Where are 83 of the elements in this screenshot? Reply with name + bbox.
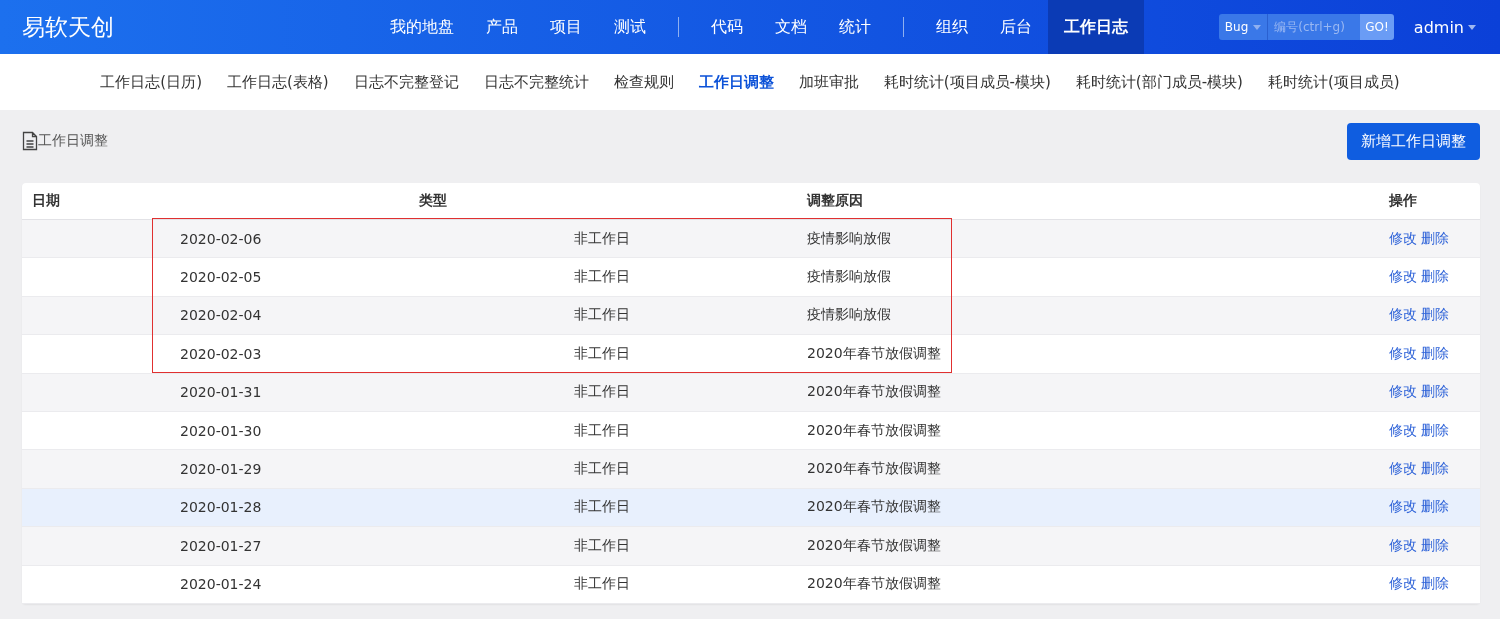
column-header: 日期 (32, 192, 60, 208)
table-cell: 2020-01-24 (180, 576, 262, 593)
sub-nav-tab[interactable]: 耗时统计(项目成员) (1255, 72, 1413, 92)
delete-link[interactable]: 删除 (1421, 460, 1449, 477)
table-cell: 非工作日 (574, 268, 630, 285)
table-cell: 非工作日 (574, 306, 630, 323)
delete-link[interactable]: 删除 (1421, 536, 1449, 553)
table-cell: 2020年春节放假调整 (807, 536, 941, 553)
table-cell: 疫情影响放假 (807, 229, 891, 246)
add-button[interactable]: 新增工作日调整 (1347, 122, 1480, 160)
sub-nav-tab[interactable]: 工作日志(表格) (214, 72, 342, 92)
sub-nav-tab[interactable]: 检查规则 (601, 72, 687, 92)
nav-tab[interactable]: 组织 (920, 0, 984, 54)
delete-link[interactable]: 删除 (1421, 383, 1449, 400)
table-cell: 2020年春节放假调整 (807, 383, 941, 400)
nav-tab[interactable]: 后台 (984, 0, 1048, 54)
nav-tab[interactable]: 统计 (823, 0, 887, 54)
page-title: 工作日调整 (38, 132, 108, 150)
delete-link[interactable]: 删除 (1421, 421, 1449, 438)
table-cell: 2020-01-30 (180, 422, 262, 439)
delete-link[interactable]: 删除 (1421, 498, 1449, 515)
table-cell: 2020年春节放假调整 (807, 460, 941, 477)
search-field[interactable]: 编号(ctrl+g) (1267, 14, 1361, 40)
edit-link[interactable]: 修改 (1389, 229, 1417, 246)
table-cell: 2020年春节放假调整 (807, 498, 941, 515)
edit-link[interactable]: 修改 (1389, 383, 1417, 400)
search-type-dropdown[interactable]: Bug (1218, 14, 1268, 40)
sub-nav-tab[interactable]: 日志不完整登记 (341, 72, 472, 92)
edit-link[interactable]: 修改 (1389, 421, 1417, 438)
edit-link[interactable]: 修改 (1389, 575, 1417, 592)
delete-link[interactable]: 删除 (1421, 306, 1449, 323)
sub-nav-tab[interactable]: 耗时统计(项目成员-模块) (871, 72, 1064, 92)
edit-link[interactable]: 修改 (1389, 498, 1417, 515)
nav-tab[interactable]: 文档 (759, 0, 823, 54)
edit-link[interactable]: 修改 (1389, 306, 1417, 323)
nav-tab[interactable]: 代码 (695, 0, 759, 54)
nav-tab[interactable]: 我的地盘 (374, 0, 470, 54)
table-cell: 2020-01-29 (180, 461, 262, 478)
table-cell: 2020-02-03 (180, 345, 262, 362)
delete-link[interactable]: 删除 (1421, 268, 1449, 285)
nav-tab[interactable]: 项目 (534, 0, 598, 54)
brand-logo[interactable]: 易软天创 (0, 11, 352, 43)
table-cell: 非工作日 (574, 460, 630, 477)
column-header: 类型 (419, 192, 447, 208)
edit-link[interactable]: 修改 (1389, 536, 1417, 553)
document-icon (22, 131, 38, 151)
edit-link[interactable]: 修改 (1389, 460, 1417, 477)
caret-icon (1468, 24, 1476, 30)
table-cell: 非工作日 (574, 575, 630, 592)
table-cell: 2020-02-06 (180, 230, 262, 247)
table-cell: 2020-02-04 (180, 307, 262, 324)
delete-link[interactable]: 删除 (1421, 229, 1449, 246)
table-cell: 非工作日 (574, 344, 630, 361)
nav-tab[interactable]: 产品 (470, 0, 534, 54)
delete-link[interactable]: 删除 (1421, 575, 1449, 592)
sub-nav-tab[interactable]: 工作日调整 (686, 72, 787, 92)
sub-nav-tab[interactable]: 耗时统计(部门成员-模块) (1063, 72, 1256, 92)
table-cell: 非工作日 (574, 383, 630, 400)
column-header: 操作 (1389, 192, 1417, 208)
table-cell: 疫情影响放假 (807, 306, 891, 323)
table-cell: 非工作日 (574, 536, 630, 553)
user-menu[interactable]: admin (1413, 17, 1476, 37)
delete-link[interactable]: 删除 (1421, 344, 1449, 361)
table-cell: 非工作日 (574, 498, 630, 515)
column-header: 调整原因 (807, 192, 863, 208)
table-cell: 2020年春节放假调整 (807, 344, 941, 361)
nav-tab[interactable]: 测试 (598, 0, 662, 54)
table-cell: 2020-01-31 (180, 384, 262, 401)
edit-link[interactable]: 修改 (1389, 268, 1417, 285)
nav-tab[interactable]: 工作日志 (1048, 0, 1144, 54)
table-cell: 2020-01-27 (180, 537, 262, 554)
table-cell: 2020年春节放假调整 (807, 575, 941, 592)
sub-nav-tab[interactable]: 工作日志(日历) (87, 72, 215, 92)
edit-link[interactable]: 修改 (1389, 344, 1417, 361)
sub-nav-tab[interactable]: 日志不完整统计 (471, 72, 602, 92)
table-cell: 疫情影响放假 (807, 268, 891, 285)
sub-nav-tab[interactable]: 加班审批 (786, 72, 872, 92)
caret-icon (1253, 24, 1262, 30)
table-cell: 非工作日 (574, 229, 630, 246)
table-cell: 2020年春节放假调整 (807, 421, 941, 438)
table-cell: 2020-02-05 (180, 269, 262, 286)
table-cell: 2020-01-28 (180, 499, 262, 516)
table-cell: 非工作日 (574, 421, 630, 438)
